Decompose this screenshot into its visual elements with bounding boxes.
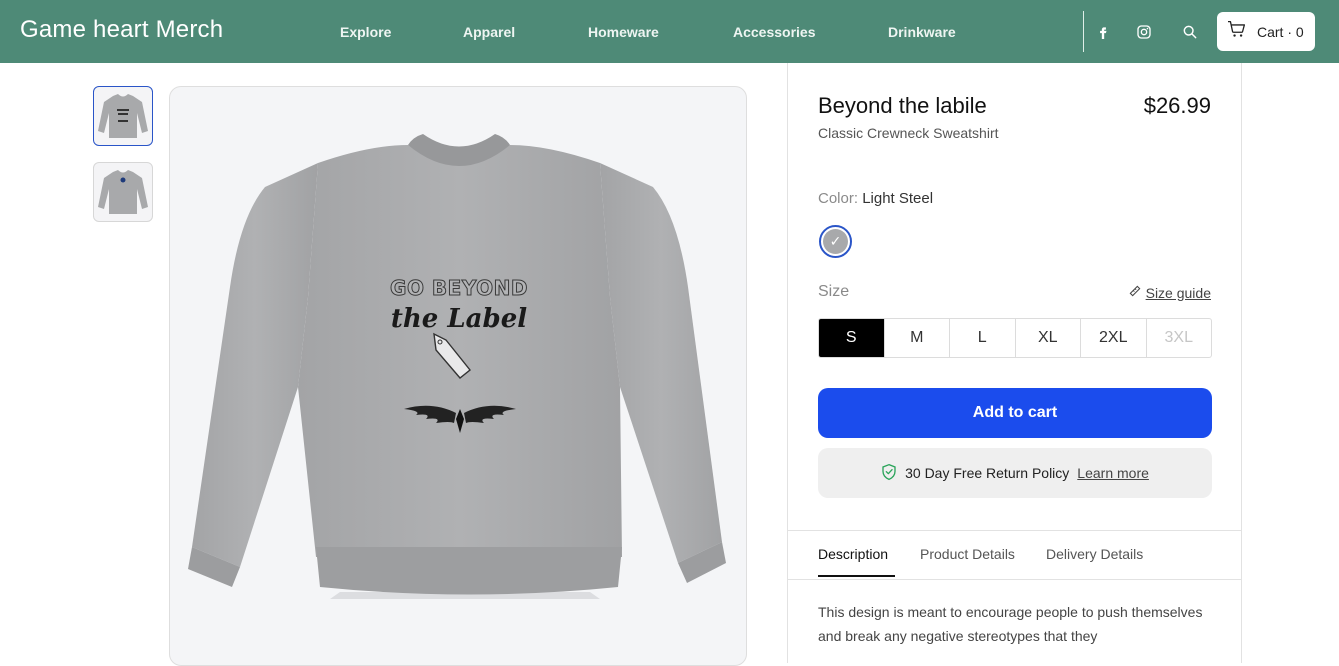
brand-logo[interactable]: Game heart Merch [20, 16, 223, 44]
ruler-icon [1128, 284, 1142, 301]
sweatshirt-back-thumb-image [98, 170, 148, 214]
search-icon[interactable] [1180, 22, 1200, 42]
size-option-m[interactable]: M [885, 319, 950, 357]
size-option-s[interactable]: S [819, 319, 885, 357]
nav-homeware[interactable]: Homeware [588, 24, 659, 40]
return-policy-text: 30 Day Free Return Policy [905, 465, 1070, 481]
wings-icon [404, 405, 516, 433]
product-title: Beyond the labile [818, 93, 987, 118]
size-guide-link[interactable]: Size guide [1128, 284, 1211, 301]
nav-accessories[interactable]: Accessories [733, 24, 816, 40]
nav-drinkware[interactable]: Drinkware [888, 24, 956, 40]
cart-label: Cart · 0 [1257, 23, 1304, 40]
facebook-icon[interactable] [1093, 22, 1113, 42]
cart-button[interactable]: Cart · 0 [1217, 12, 1315, 51]
add-to-cart-button[interactable]: Add to cart [818, 388, 1212, 438]
size-option-xl[interactable]: XL [1016, 319, 1081, 357]
site-header: Game heart Merch Explore Apparel Homewar… [0, 0, 1339, 63]
header-divider [1083, 11, 1084, 52]
tab-product-details[interactable]: Product Details [920, 546, 1015, 562]
color-label: Color: Light Steel [818, 190, 933, 207]
product-description: This design is meant to encourage people… [818, 604, 1203, 644]
check-icon: ✓ [823, 229, 848, 254]
color-swatch-light-steel[interactable]: ✓ [819, 225, 852, 258]
size-option-3xl: 3XL [1164, 329, 1193, 346]
artwork-headline: GO BEYOND [390, 276, 528, 301]
tab-description[interactable]: Description [818, 546, 888, 562]
size-selector: S M L XL 2XL 3XL [818, 318, 1212, 358]
tag-icon [433, 332, 471, 379]
size-option-l[interactable]: L [950, 319, 1016, 357]
product-price: $26.99 [1143, 93, 1211, 118]
tabs-bottom-divider [788, 579, 1242, 580]
artwork-script: the Label [390, 304, 528, 334]
product-thumbnail-back[interactable] [93, 162, 153, 222]
size-option-2xl[interactable]: 2XL [1081, 319, 1147, 357]
product-thumbnail-front[interactable] [93, 86, 153, 146]
tabs-top-divider [788, 530, 1242, 531]
product-main-image[interactable]: GO BEYOND the Label [169, 86, 747, 666]
active-tab-indicator [818, 575, 895, 577]
color-value: Light Steel [862, 190, 934, 207]
color-label-key: Color: [818, 190, 859, 207]
tab-delivery-details[interactable]: Delivery Details [1046, 546, 1143, 562]
learn-more-link[interactable]: Learn more [1077, 465, 1149, 481]
sweatshirt-front-thumb-image [98, 94, 148, 138]
product-info-panel: Beyond the labile $26.99 Classic Crewnec… [787, 63, 1242, 663]
size-label: Size [818, 283, 850, 300]
cart-icon [1227, 20, 1247, 43]
size-guide-label: Size guide [1145, 284, 1211, 301]
return-policy-banner: 30 Day Free Return Policy Learn more [818, 448, 1212, 498]
nav-apparel[interactable]: Apparel [463, 24, 515, 40]
instagram-icon[interactable] [1134, 22, 1154, 42]
nav-explore[interactable]: Explore [340, 24, 391, 40]
product-subtitle: Classic Crewneck Sweatshirt [818, 125, 999, 141]
shield-check-icon [881, 463, 897, 484]
